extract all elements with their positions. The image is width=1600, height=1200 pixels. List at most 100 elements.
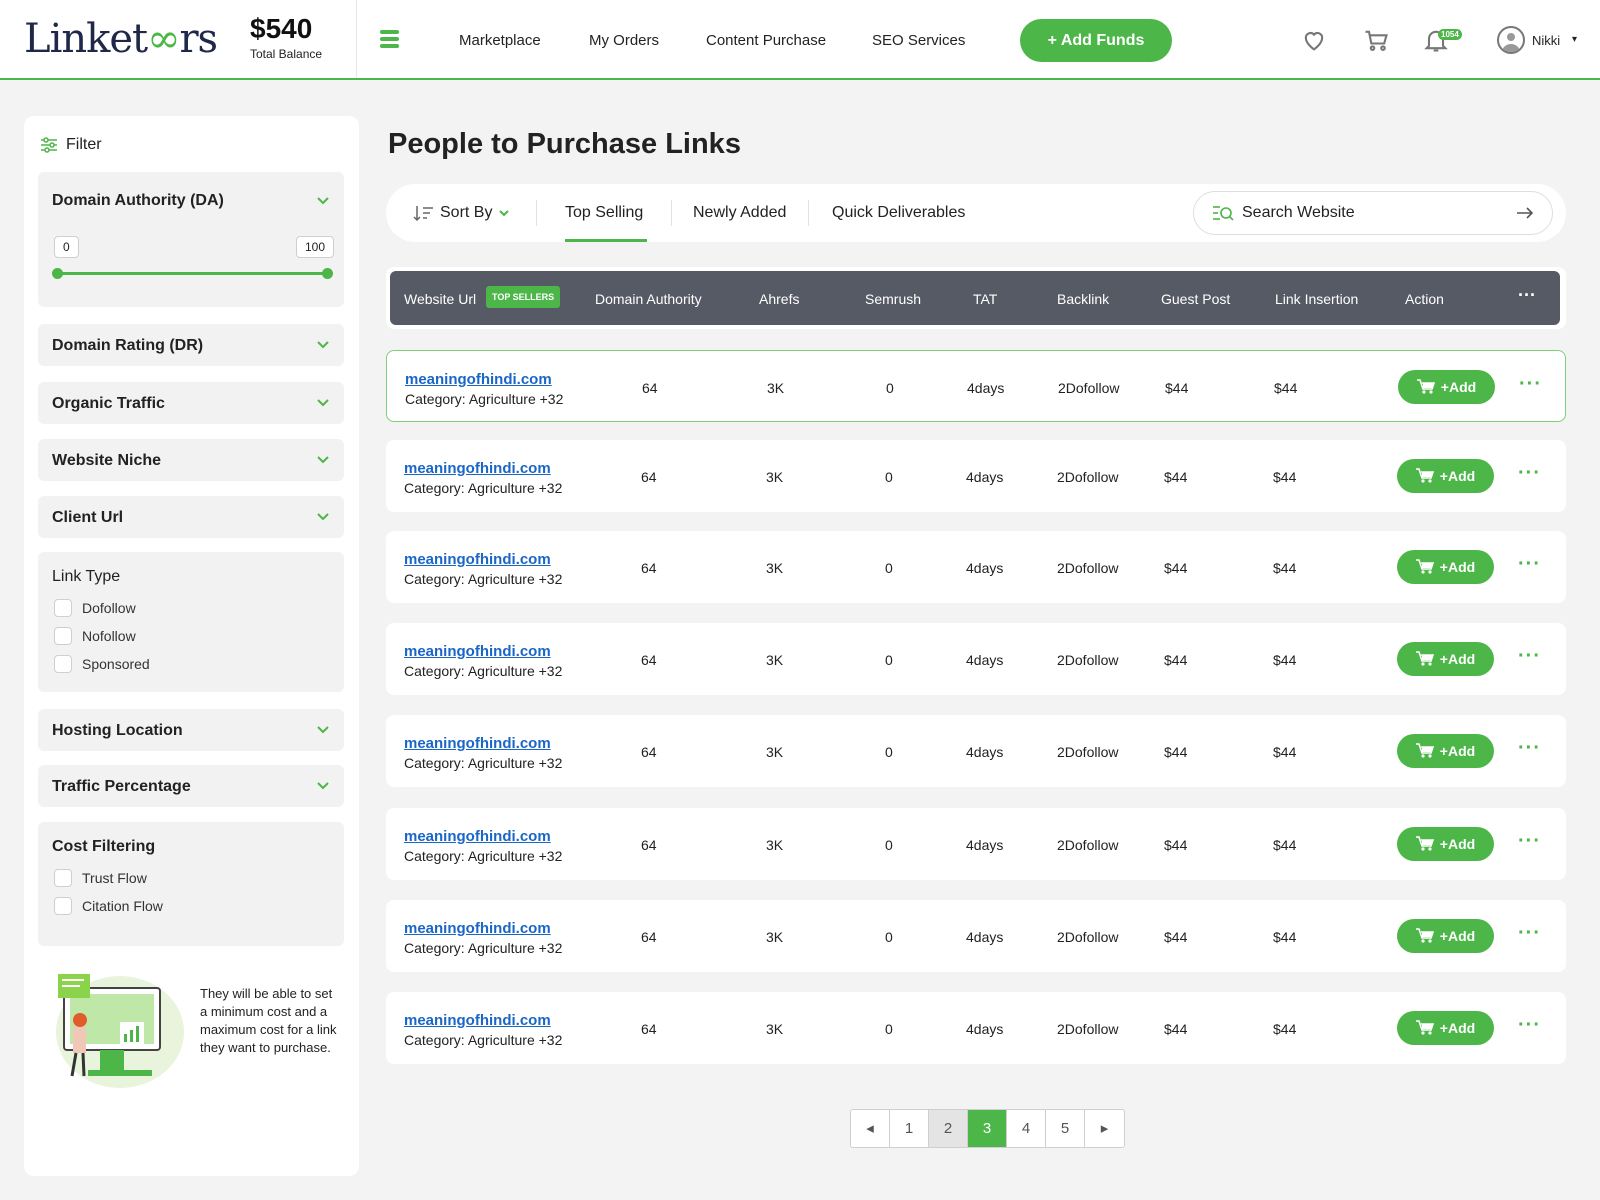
page-2[interactable]: 2 xyxy=(929,1110,968,1147)
da-slider-min-handle[interactable] xyxy=(52,268,63,279)
page-5[interactable]: 5 xyxy=(1046,1110,1085,1147)
cell-backlink: 2Dofollow xyxy=(1057,469,1119,485)
nav-content-purchase[interactable]: Content Purchase xyxy=(706,32,826,49)
checkbox[interactable] xyxy=(54,869,72,887)
search-input[interactable] xyxy=(1242,204,1502,222)
chevron-down-icon[interactable] xyxy=(316,510,330,524)
col-guest-post[interactable]: Guest Post xyxy=(1161,291,1230,307)
organic-traffic-filter[interactable]: Organic Traffic xyxy=(38,382,344,424)
nav-marketplace[interactable]: Marketplace xyxy=(459,32,541,49)
checkbox[interactable] xyxy=(54,627,72,645)
cell-backlink: 2Dofollow xyxy=(1058,380,1120,396)
checkbox-citation-flow[interactable]: Citation Flow xyxy=(54,897,163,915)
chevron-down-icon[interactable] xyxy=(316,338,330,352)
row-more-options-icon[interactable]: ··· xyxy=(1518,645,1541,668)
cell-tat: 4days xyxy=(966,744,1004,760)
top-sellers-badge: TOP SELLERS xyxy=(486,286,561,308)
website-category: Category: Agriculture +32 xyxy=(405,391,564,407)
da-slider-track[interactable] xyxy=(56,272,328,275)
da-max-input[interactable]: 100 xyxy=(295,236,334,258)
website-url-link[interactable]: meaningofhindi.com xyxy=(404,735,551,752)
checkbox[interactable] xyxy=(54,655,72,673)
chevron-down-icon[interactable] xyxy=(316,396,330,410)
domain-rating-filter[interactable]: Domain Rating (DR) xyxy=(38,324,344,366)
row-more-options-icon[interactable]: ··· xyxy=(1518,737,1541,760)
user-avatar-icon[interactable] xyxy=(1497,26,1525,54)
chevron-down-icon[interactable] xyxy=(316,779,330,793)
col-tat[interactable]: TAT xyxy=(973,291,997,307)
website-url-link[interactable]: meaningofhindi.com xyxy=(404,920,551,937)
cart-icon[interactable] xyxy=(1362,26,1390,54)
website-url-link[interactable]: meaningofhindi.com xyxy=(404,643,551,660)
col-semrush[interactable]: Semrush xyxy=(865,291,921,307)
page-4[interactable]: 4 xyxy=(1007,1110,1046,1147)
chevron-down-icon[interactable]: ▾ xyxy=(1572,34,1577,45)
add-to-cart-button[interactable]: +Add xyxy=(1397,1011,1494,1045)
website-niche-filter[interactable]: Website Niche xyxy=(38,439,344,481)
tab-quick-deliverables[interactable]: Quick Deliverables xyxy=(832,204,965,222)
add-to-cart-button[interactable]: +Add xyxy=(1397,734,1494,768)
checkbox[interactable] xyxy=(54,897,72,915)
nav-seo-services[interactable]: SEO Services xyxy=(872,32,965,49)
arrow-right-icon[interactable] xyxy=(1516,206,1534,220)
add-to-cart-button[interactable]: +Add xyxy=(1397,827,1494,861)
website-url-link[interactable]: meaningofhindi.com xyxy=(404,551,551,568)
username[interactable]: Nikki xyxy=(1532,33,1560,48)
website-url-link[interactable]: meaningofhindi.com xyxy=(404,828,551,845)
cell-link-insertion: $44 xyxy=(1273,837,1297,853)
cart-icon xyxy=(1415,468,1434,483)
col-website-url[interactable]: Website Url xyxy=(404,291,476,307)
row-more-options-icon[interactable]: ··· xyxy=(1518,553,1541,576)
chevron-down-icon[interactable] xyxy=(316,453,330,467)
heart-icon[interactable] xyxy=(1300,26,1328,54)
checkbox-sponsored[interactable]: Sponsored xyxy=(54,655,150,673)
col-ahrefs[interactable]: Ahrefs xyxy=(759,291,799,307)
checkbox[interactable] xyxy=(54,599,72,617)
row-more-options-icon[interactable]: ··· xyxy=(1518,462,1541,485)
da-slider-max-handle[interactable] xyxy=(322,268,333,279)
next-page-button[interactable]: ▸ xyxy=(1085,1110,1124,1147)
chevron-down-icon[interactable] xyxy=(316,723,330,737)
add-funds-button[interactable]: + Add Funds xyxy=(1020,19,1172,62)
traffic-percentage-filter[interactable]: Traffic Percentage xyxy=(38,765,344,807)
website-url-link[interactable]: meaningofhindi.com xyxy=(405,371,552,388)
link-type-filter: Link Type Dofollow Nofollow Sponsored xyxy=(38,552,344,692)
tab-newly-added[interactable]: Newly Added xyxy=(693,204,786,222)
page-3[interactable]: 3 xyxy=(968,1110,1007,1147)
more-options-icon[interactable]: ··· xyxy=(1518,285,1536,306)
chevron-down-icon[interactable] xyxy=(316,194,330,208)
prev-page-button[interactable]: ◂ xyxy=(851,1110,890,1147)
add-to-cart-button[interactable]: +Add xyxy=(1397,919,1494,953)
col-link-insertion[interactable]: Link Insertion xyxy=(1275,291,1358,307)
col-domain-authority[interactable]: Domain Authority xyxy=(595,291,702,307)
row-more-options-icon[interactable]: ··· xyxy=(1519,373,1542,396)
table-row: meaningofhindi.com Category: Agriculture … xyxy=(386,808,1566,880)
row-more-options-icon[interactable]: ··· xyxy=(1518,830,1541,853)
row-more-options-icon[interactable]: ··· xyxy=(1518,1014,1541,1037)
filter-label: Filter xyxy=(66,136,102,153)
da-min-input[interactable]: 0 xyxy=(54,236,79,258)
col-backlink[interactable]: Backlink xyxy=(1057,291,1109,307)
menu-icon[interactable] xyxy=(380,30,399,48)
add-to-cart-button[interactable]: +Add xyxy=(1398,370,1495,404)
checkbox-nofollow[interactable]: Nofollow xyxy=(54,627,136,645)
hosting-location-filter[interactable]: Hosting Location xyxy=(38,709,344,751)
sort-by-dropdown[interactable]: Sort By xyxy=(412,204,510,222)
filter-title: Domain Rating (DR) xyxy=(52,337,204,354)
checkbox-dofollow[interactable]: Dofollow xyxy=(54,599,136,617)
add-to-cart-button[interactable]: +Add xyxy=(1397,459,1494,493)
website-url-link[interactable]: meaningofhindi.com xyxy=(404,460,551,477)
add-to-cart-button[interactable]: +Add xyxy=(1397,642,1494,676)
add-to-cart-button[interactable]: +Add xyxy=(1397,550,1494,584)
balance-amount: $540 xyxy=(250,13,313,44)
logo[interactable]: Linket∞rs xyxy=(24,16,218,62)
website-url-link[interactable]: meaningofhindi.com xyxy=(404,1012,551,1029)
row-more-options-icon[interactable]: ··· xyxy=(1518,922,1541,945)
checkbox-trust-flow[interactable]: Trust Flow xyxy=(54,869,147,887)
cell-backlink: 2Dofollow xyxy=(1057,744,1119,760)
page-1[interactable]: 1 xyxy=(890,1110,929,1147)
nav-my-orders[interactable]: My Orders xyxy=(589,32,659,49)
tab-top-selling[interactable]: Top Selling xyxy=(565,204,643,222)
client-url-filter[interactable]: Client Url xyxy=(38,496,344,538)
cell-domain-authority: 64 xyxy=(641,744,657,760)
